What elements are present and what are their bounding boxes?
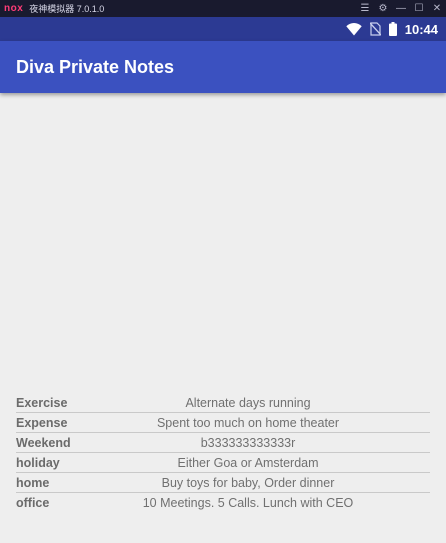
note-text: 10 Meetings. 5 Calls. Lunch with CEO [142, 495, 354, 510]
maximize-icon[interactable]: ☐ [410, 3, 428, 14]
note-row[interactable]: Expense Spent too much on home theater [16, 413, 430, 433]
note-row[interactable]: home Buy toys for baby, Order dinner [16, 473, 430, 493]
close-icon[interactable]: ✕ [428, 3, 446, 14]
emulator-title: 夜神模拟器 7.0.1.0 [29, 4, 105, 14]
window-controls: ☰ ⚙ — ☐ ✕ [356, 3, 446, 14]
settings-gear-icon[interactable]: ⚙ [374, 3, 392, 14]
note-row[interactable]: Weekend b333333333333r [16, 433, 430, 453]
notes-content: Exercise Alternate days running Expense … [0, 93, 446, 543]
note-text: b333333333333r [200, 435, 296, 450]
note-title: Weekend [16, 435, 71, 450]
note-row[interactable]: office 10 Meetings. 5 Calls. Lunch with … [16, 493, 430, 512]
emulator-title-bar: nox 夜神模拟器 7.0.1.0 ☰ ⚙ — ☐ ✕ [0, 0, 446, 17]
note-title: office [16, 495, 50, 510]
no-sim-icon [369, 22, 381, 36]
note-row[interactable]: holiday Either Goa or Amsterdam [16, 453, 430, 473]
note-title: home [16, 475, 50, 490]
note-text: Buy toys for baby, Order dinner [161, 475, 335, 490]
note-title: Expense [16, 415, 68, 430]
status-bar: 10:44 [0, 17, 446, 41]
status-clock: 10:44 [404, 21, 438, 37]
note-text: Alternate days running [185, 395, 311, 410]
note-row[interactable]: Exercise Alternate days running [16, 393, 430, 413]
menu-icon[interactable]: ☰ [356, 3, 374, 14]
notes-list[interactable]: Exercise Alternate days running Expense … [16, 393, 430, 512]
nox-logo: nox [4, 3, 24, 14]
note-text: Spent too much on home theater [156, 415, 340, 430]
app-title: Diva Private Notes [16, 56, 175, 77]
wifi-icon [346, 22, 362, 36]
battery-icon [388, 22, 397, 36]
note-title: Exercise [16, 395, 68, 410]
note-title: holiday [16, 455, 60, 470]
app-toolbar: Diva Private Notes [0, 41, 446, 93]
note-text: Either Goa or Amsterdam [177, 455, 319, 470]
minimize-icon[interactable]: — [392, 3, 410, 14]
